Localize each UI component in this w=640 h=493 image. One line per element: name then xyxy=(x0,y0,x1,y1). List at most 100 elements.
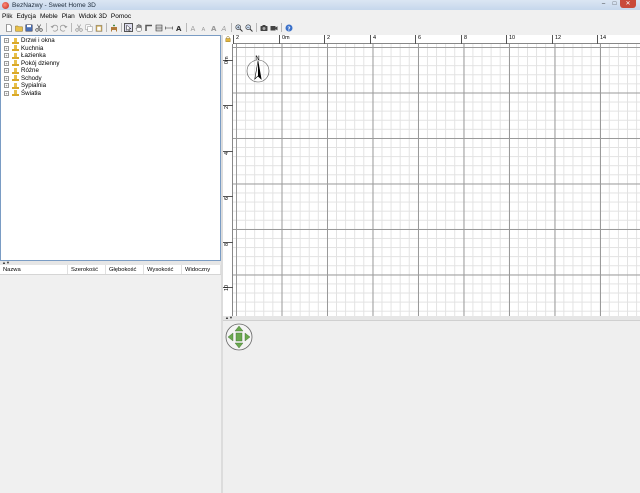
expand-icon[interactable]: + xyxy=(4,75,9,81)
ruler-label: 0m xyxy=(282,35,290,41)
ruler-tick: 8 xyxy=(223,242,233,246)
create-rooms-icon[interactable] xyxy=(154,23,163,32)
app-icon xyxy=(2,1,9,9)
catalog-category-label: Łazienka xyxy=(21,52,46,60)
menu-file[interactable]: Plik xyxy=(0,13,14,20)
column-name[interactable]: Nazwa xyxy=(0,265,68,274)
expand-icon[interactable]: + xyxy=(4,53,9,59)
svg-text:A: A xyxy=(176,25,182,32)
create-video-icon[interactable] xyxy=(269,23,278,32)
title-bar: BezNazwy - Sweet Home 3D – □ ✕ xyxy=(0,0,640,10)
select-icon[interactable] xyxy=(124,23,133,32)
expand-icon[interactable]: + xyxy=(4,68,9,74)
catalog-category-label: Różne xyxy=(21,67,39,75)
catalog-category-bathroom[interactable]: + Łazienka xyxy=(1,52,220,60)
navigation-arrows-icon[interactable] xyxy=(225,323,253,351)
menu-help[interactable]: Pomoc xyxy=(109,13,133,20)
catalog-category-label: Światła xyxy=(21,89,41,97)
menu-edit[interactable]: Edycja xyxy=(14,13,38,20)
copy-icon[interactable] xyxy=(84,23,93,32)
catalog-category-bedroom[interactable]: + Sypialnia xyxy=(1,82,220,90)
folder-icon xyxy=(11,52,19,59)
svg-text:A: A xyxy=(220,25,226,32)
column-visible[interactable]: Widoczny xyxy=(182,265,221,274)
expand-icon[interactable]: + xyxy=(4,38,9,44)
toolbar-separator xyxy=(71,23,72,32)
furniture-table[interactable]: Nazwa Szerokość Głębokość Wysokość Widoc… xyxy=(0,265,221,493)
ruler-label: 2 xyxy=(236,35,240,41)
catalog-category-label: Drzwi i okna xyxy=(21,37,55,45)
ruler-tick: 2 xyxy=(223,105,233,109)
plan-grid[interactable] xyxy=(233,44,640,316)
ruler-tick: 4 xyxy=(223,151,233,155)
cut-icon[interactable] xyxy=(74,23,83,32)
toolbar-separator xyxy=(121,23,122,32)
italic-icon[interactable]: A xyxy=(219,23,228,32)
increase-text-icon[interactable]: A xyxy=(189,23,198,32)
catalog-category-stairs[interactable]: + Schody xyxy=(1,75,220,83)
catalog-category-misc[interactable]: + Różne xyxy=(1,67,220,75)
toolbar-separator xyxy=(186,23,187,32)
catalog-category-kitchen[interactable]: + Kuchnia xyxy=(1,45,220,53)
create-walls-icon[interactable] xyxy=(144,23,153,32)
maximize-button[interactable]: □ xyxy=(609,0,620,8)
paste-icon[interactable] xyxy=(94,23,103,32)
menu-3d-view[interactable]: Widok 3D xyxy=(77,13,109,20)
ruler-tick: 10 xyxy=(223,285,233,291)
create-labels-icon[interactable]: A xyxy=(174,23,183,32)
folder-icon xyxy=(11,82,19,89)
compass-icon[interactable]: N xyxy=(246,54,270,84)
decrease-text-icon[interactable]: A xyxy=(199,23,208,32)
ruler-label: 8 xyxy=(464,35,468,41)
catalog-category-doors-windows[interactable]: + Drzwi i okna xyxy=(1,37,220,45)
expand-icon[interactable]: + xyxy=(4,90,9,96)
menu-plan[interactable]: Plan xyxy=(60,13,77,20)
expand-icon[interactable]: + xyxy=(4,83,9,89)
column-width[interactable]: Szerokość xyxy=(68,265,106,274)
column-depth[interactable]: Głębokość xyxy=(106,265,144,274)
ruler-label: 6 xyxy=(224,196,230,200)
ruler-tick: 2 xyxy=(233,35,239,44)
ruler-tick: 12 xyxy=(552,35,561,44)
column-height[interactable]: Wysokość xyxy=(144,265,182,274)
pan-icon[interactable] xyxy=(134,23,143,32)
create-dimensions-icon[interactable] xyxy=(164,23,173,32)
vertical-ruler: 0m 2 4 6 8 10 xyxy=(223,44,233,316)
plan-view[interactable]: 2 0m 2 4 6 8 10 12 14 0m 2 4 6 8 10 N xyxy=(223,35,640,316)
cut-icon[interactable] xyxy=(34,23,43,32)
svg-text:A: A xyxy=(190,25,195,32)
furniture-catalog-tree[interactable]: + Drzwi i okna + Kuchnia + Łazienka + Po… xyxy=(0,35,221,261)
new-icon[interactable] xyxy=(4,23,13,32)
window-title: BezNazwy - Sweet Home 3D xyxy=(12,1,96,9)
open-icon[interactable] xyxy=(14,23,23,32)
3d-view[interactable] xyxy=(223,320,640,493)
bold-icon[interactable]: A xyxy=(209,23,218,32)
compass-north-label: N xyxy=(255,55,260,62)
ruler-corner xyxy=(223,35,233,44)
catalog-category-label: Sypialnia xyxy=(21,82,47,90)
zoom-in-icon[interactable] xyxy=(234,23,243,32)
minimize-button[interactable]: – xyxy=(598,0,609,8)
expand-icon[interactable]: + xyxy=(4,45,9,51)
save-icon[interactable] xyxy=(24,23,33,32)
zoom-out-icon[interactable] xyxy=(244,23,253,32)
lock-icon[interactable] xyxy=(225,36,231,42)
help-icon[interactable]: ? xyxy=(284,23,293,32)
ruler-tick: 4 xyxy=(370,35,376,44)
redo-icon[interactable] xyxy=(59,23,68,32)
close-button[interactable]: ✕ xyxy=(620,0,636,8)
ruler-tick: 10 xyxy=(506,35,515,44)
ruler-label: 4 xyxy=(224,151,230,155)
ruler-label: 2 xyxy=(327,35,331,41)
folder-icon xyxy=(11,45,19,52)
catalog-category-living-room[interactable]: + Pokój dzienny xyxy=(1,60,220,68)
folder-icon xyxy=(11,60,19,67)
add-furniture-icon[interactable] xyxy=(109,23,118,32)
catalog-category-lights[interactable]: + Światła xyxy=(1,90,220,98)
toolbar-separator xyxy=(231,23,232,32)
create-photo-icon[interactable] xyxy=(259,23,268,32)
expand-icon[interactable]: + xyxy=(4,60,9,66)
menu-furniture[interactable]: Meble xyxy=(38,13,60,20)
catalog-category-label: Pokój dzienny xyxy=(21,59,60,67)
undo-icon[interactable] xyxy=(49,23,58,32)
